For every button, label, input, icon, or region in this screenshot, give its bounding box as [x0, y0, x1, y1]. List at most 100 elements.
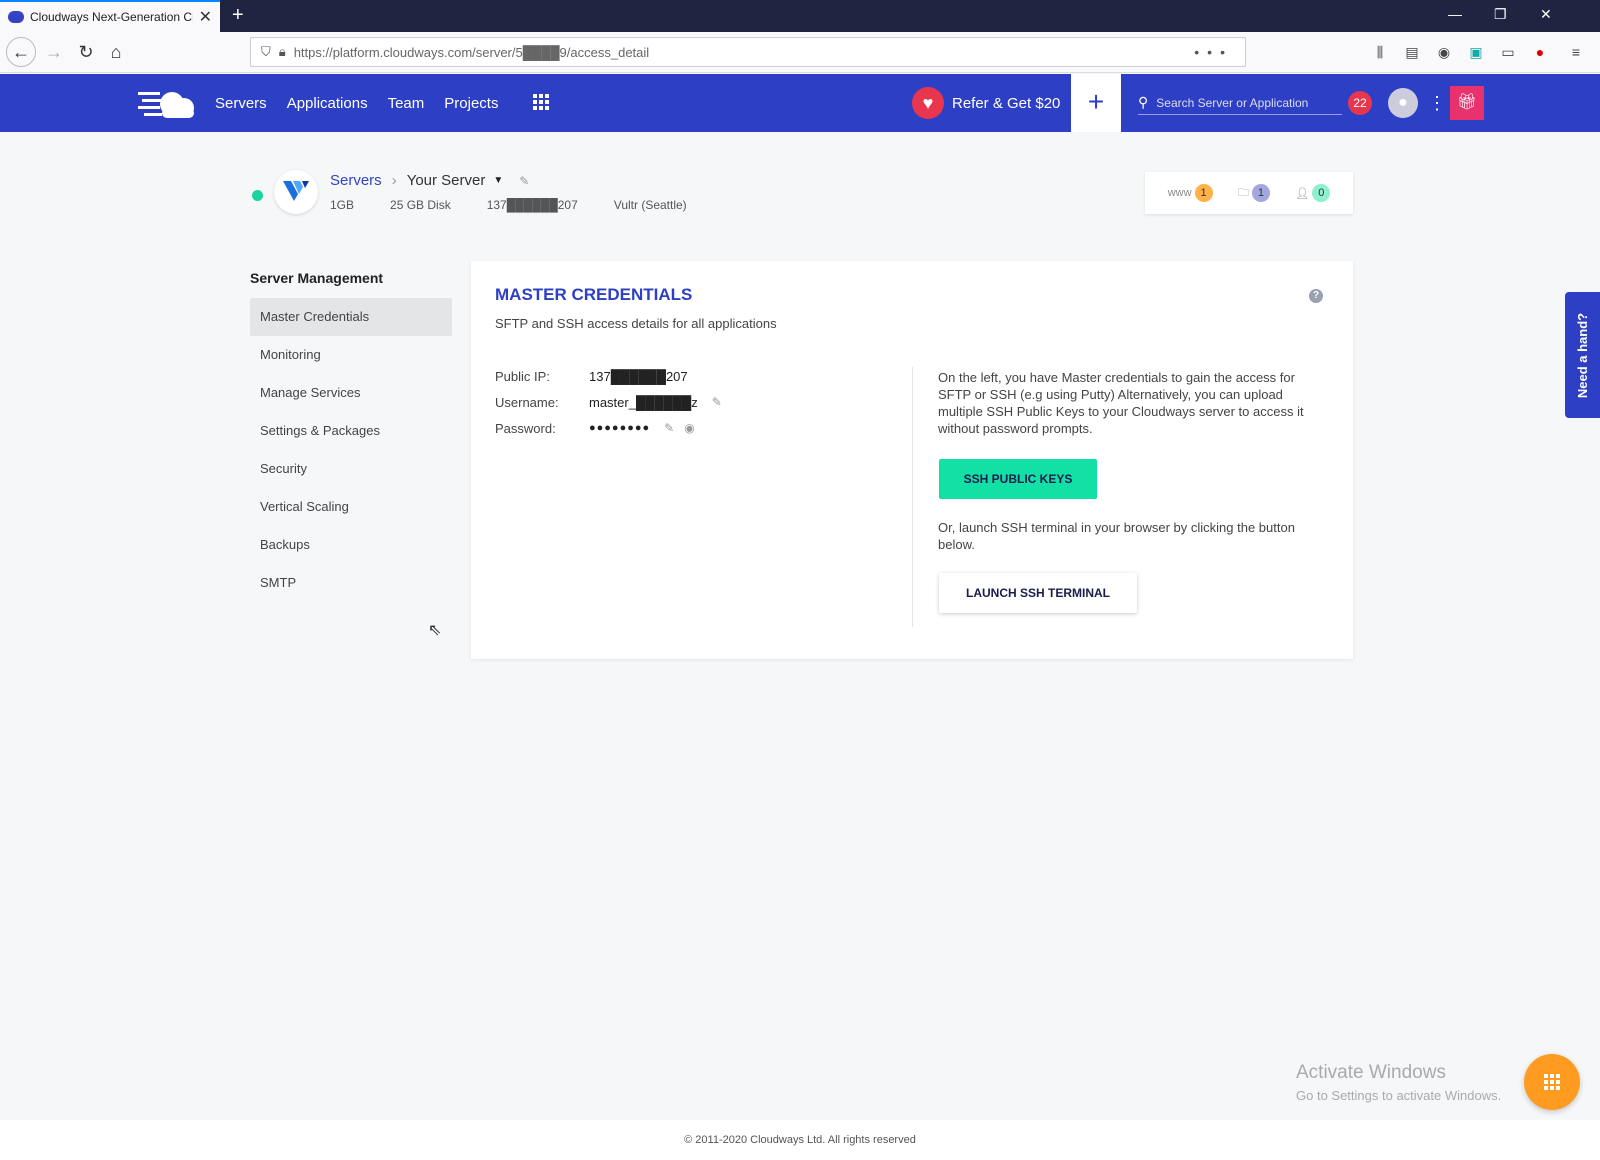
sidebar-item-security[interactable]: Security	[250, 450, 452, 488]
close-tab-icon[interactable]: ✕	[199, 7, 212, 27]
card-title: MASTER CREDENTIALS	[495, 285, 693, 304]
help-icon[interactable]: ?	[1309, 289, 1323, 303]
www-counter[interactable]: www 1	[1168, 184, 1213, 202]
back-icon[interactable]: ←	[6, 37, 36, 67]
grid-icon	[1544, 1074, 1560, 1090]
credentials-list: Public IP: 137██████207 Username: master…	[495, 363, 722, 441]
tab-title: Cloudways Next-Generation Cl	[30, 10, 193, 24]
folder-icon[interactable]: ▭	[1500, 44, 1516, 60]
avatar[interactable]: ●	[1388, 88, 1418, 118]
server-location: Vultr (Seattle)	[613, 198, 687, 212]
sidebar-item-backups[interactable]: Backups	[250, 526, 452, 564]
activate-windows-subtitle: Go to Settings to activate Windows.	[1296, 1088, 1502, 1103]
activate-windows-title: Activate Windows	[1296, 1062, 1446, 1083]
ssh-keys-info: On the left, you have Master credentials…	[938, 370, 1304, 436]
home-icon[interactable]: ⌂	[104, 40, 128, 64]
new-tab-icon[interactable]: +	[232, 4, 244, 27]
www-label: www	[1167, 187, 1192, 199]
close-window-icon[interactable]: ✕	[1540, 6, 1552, 23]
launch-ssh-terminal-button[interactable]: LAUNCH SSH TERMINAL	[939, 573, 1137, 613]
files-counter[interactable]: 🗀︎ 1	[1238, 184, 1270, 203]
apps-grid-icon[interactable]	[533, 94, 549, 110]
breadcrumb: Servers › Your Server ▼ ✎	[330, 172, 529, 189]
files-count: 1	[1251, 184, 1270, 202]
lock-icon: 🔒︎	[278, 44, 286, 59]
username-value: master_██████z	[589, 394, 698, 410]
cloudways-favicon-icon	[8, 11, 24, 23]
browser-tab[interactable]: Cloudways Next-Generation Cl ✕	[0, 0, 220, 32]
restore-icon[interactable]: ❐	[1494, 6, 1507, 23]
sidebar-item-monitoring[interactable]: Monitoring	[250, 336, 452, 374]
account-icon[interactable]: ◉	[1436, 44, 1452, 60]
www-count: 1	[1194, 184, 1213, 202]
cloudways-logo-icon[interactable]	[138, 86, 198, 120]
breadcrumb-servers[interactable]: Servers	[330, 172, 382, 189]
server-name[interactable]: Your Server	[407, 172, 486, 189]
search-icon: ⚲	[1138, 94, 1149, 110]
address-bar[interactable]: ⛉ 🔒︎ https://platform.cloudways.com/serv…	[250, 37, 1246, 67]
pencil-icon[interactable]: ✎	[519, 174, 529, 188]
browser-toolbar: ← → ↻ ⌂ ⛉ 🔒︎ https://platform.cloudways.…	[0, 32, 1600, 73]
server-meta: 1GB 25 GB Disk 137██████207 Vultr (Seatt…	[330, 198, 723, 212]
library-icon[interactable]: ⫼	[1372, 44, 1388, 60]
public-ip-value: 137██████207	[589, 368, 688, 384]
ssh-terminal-info: Or, launch SSH terminal in your browser …	[938, 520, 1295, 552]
chevron-right-icon: ›	[391, 172, 397, 189]
nav-applications[interactable]: Applications	[287, 95, 368, 112]
divider	[912, 367, 913, 627]
sidebar-item-manage-services[interactable]: Manage Services	[250, 374, 452, 412]
page-actions-icon[interactable]: •••	[1194, 44, 1233, 60]
menu-icon[interactable]: ≡	[1568, 44, 1584, 60]
sidebar-icon[interactable]: ▤	[1404, 44, 1420, 60]
sidebar-item-smtp[interactable]: SMTP	[250, 564, 452, 602]
sidebar-item-settings-packages[interactable]: Settings & Packages	[250, 412, 452, 450]
username-label: Username:	[495, 394, 559, 410]
refer-button[interactable]: ♥ Refer & Get $20	[912, 87, 1060, 119]
support-launcher-button[interactable]	[1524, 1054, 1580, 1110]
notification-badge[interactable]: 22	[1348, 91, 1372, 115]
master-credentials-card: MASTER CREDENTIALS SFTP and SSH access d…	[471, 261, 1353, 659]
server-size: 1GB	[330, 198, 355, 212]
activate-windows-watermark: Activate Windows Go to Settings to activ…	[1296, 1062, 1501, 1103]
sidebar-item-vertical-scaling[interactable]: Vertical Scaling	[250, 488, 452, 526]
password-label: Password:	[495, 420, 556, 436]
more-options-icon[interactable]: ⋮	[1428, 88, 1446, 118]
app-header: Servers Applications Team Projects ♥ Ref…	[0, 74, 1600, 132]
nav-team[interactable]: Team	[388, 95, 425, 112]
caret-down-icon[interactable]: ▼	[493, 175, 503, 186]
edit-password-pencil-icon[interactable]: ✎	[664, 421, 674, 435]
sidebar-title: Server Management	[250, 270, 384, 286]
ssh-public-keys-button[interactable]: SSH PUBLIC KEYS	[939, 459, 1097, 499]
browser-tab-bar: Cloudways Next-Generation Cl ✕ + — ❐ ✕	[0, 0, 1600, 32]
edit-username-pencil-icon[interactable]: ✎	[712, 395, 722, 409]
reload-icon[interactable]: ↻	[74, 40, 98, 64]
show-password-eye-icon[interactable]: ◉	[684, 421, 694, 435]
save-icon[interactable]: ▣	[1468, 44, 1484, 60]
vultr-logo-icon	[274, 170, 318, 214]
users-counter[interactable]: 👤︎ 0	[1295, 184, 1331, 202]
server-ip: 137██████207	[486, 198, 578, 212]
heart-icon: ♥	[912, 87, 944, 119]
forward-icon[interactable]: →	[42, 40, 66, 64]
nav-projects[interactable]: Projects	[444, 95, 498, 112]
adblock-icon[interactable]: ●	[1532, 44, 1548, 60]
password-value: ●●●●●●●●	[589, 422, 651, 434]
sidebar-item-master-credentials[interactable]: Master Credentials	[250, 298, 452, 336]
url-text: https://platform.cloudways.com/server/5█…	[293, 44, 650, 60]
users-count: 0	[1312, 184, 1331, 202]
refer-label: Refer & Get $20	[952, 94, 1061, 112]
search-input[interactable]	[1156, 95, 1332, 110]
add-button[interactable]: +	[1071, 74, 1121, 132]
public-ip-row: Public IP: 137██████207	[495, 363, 722, 389]
main-nav: Servers Applications Team Projects	[215, 74, 498, 132]
need-a-hand-label: Need a hand?	[1575, 312, 1591, 398]
status-dot	[252, 190, 263, 201]
nav-servers[interactable]: Servers	[215, 95, 267, 112]
username-row: Username: master_██████z ✎	[495, 389, 722, 415]
gift-icon[interactable]: 🎁︎	[1450, 86, 1484, 120]
mouse-cursor-icon: ⇖	[428, 622, 442, 639]
server-disk: 25 GB Disk	[390, 198, 451, 212]
minimize-icon[interactable]: —	[1448, 6, 1462, 22]
public-ip-label: Public IP:	[495, 368, 550, 384]
need-a-hand-tab[interactable]: Need a hand?	[1565, 292, 1600, 418]
